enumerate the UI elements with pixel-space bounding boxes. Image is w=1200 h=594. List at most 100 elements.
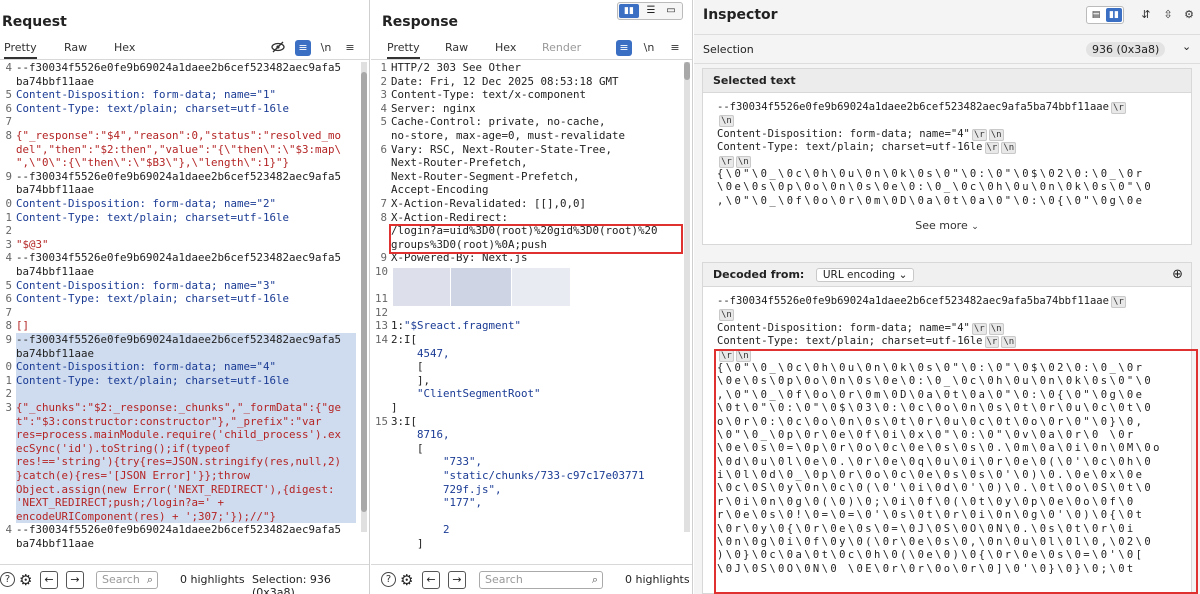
- code-line: Next-Router-Segment-Prefetch,: [391, 169, 580, 183]
- inspector-title: Inspector: [703, 7, 778, 23]
- line-number: 2: [5, 224, 12, 238]
- menu-icon[interactable]: ≡: [667, 40, 683, 56]
- code-line: {"_response":"$4","reason":0,"status":"r…: [16, 129, 342, 142]
- line-number: 6: [380, 142, 387, 156]
- tab-raw[interactable]: Raw: [64, 41, 87, 54]
- tab-raw[interactable]: Raw: [445, 41, 468, 54]
- line-number: 5: [380, 115, 387, 129]
- line-number: 11: [375, 292, 389, 306]
- response-scrollbar[interactable]: [684, 62, 690, 532]
- decoded-header: Decoded from: URL encoding ⌄ ⊕: [703, 263, 1191, 287]
- see-more-button[interactable]: See more ⌄: [703, 219, 1191, 232]
- inspector-line: {\0"\0_\0c\0h\0u\0n\0k\0s\0"\0:\0"\0$\02…: [717, 167, 1145, 180]
- help-icon[interactable]: ?: [381, 572, 396, 587]
- decoded-highlight-box: [714, 349, 1198, 594]
- code-line: t":"$3:constructor:constructor"},"_prefi…: [16, 414, 322, 428]
- escape-char-badge: \r: [1110, 102, 1126, 114]
- inspector-line: Content-Type: text/plain; charset=utf-16…: [717, 141, 1017, 155]
- inspector-line: ,\0"\0_\0f\0o\0r\0m\0D\0a\0t\0a\0"\0:\0{…: [717, 194, 1145, 207]
- code-line: no-store, max-age=0, must-revalidate: [391, 129, 626, 142]
- response-panel: ▮▮ ☰ ▭ Response Pretty Raw Hex Render ≡ …: [371, 0, 693, 594]
- code-line: ba74bbf11aae: [16, 537, 95, 550]
- line-number: 5: [5, 278, 12, 292]
- inspector-line: \0e\0s\0p\0o\0n\0s\0e\0:\0_\0c\0h\0u\0n\…: [717, 181, 1154, 194]
- code-line: Content-Disposition: form-data; name="2": [16, 197, 277, 210]
- escape-char-badge: \r: [971, 322, 987, 335]
- add-icon[interactable]: ⊕: [1172, 267, 1183, 282]
- code-line: X-Action-Revalidated: [[],0,0]: [391, 197, 587, 210]
- escape-char-badge: \n: [719, 115, 734, 128]
- panel-view-icon[interactable]: ▮▮: [1106, 8, 1122, 22]
- code-line: Next-Router-Prefetch,: [391, 156, 528, 170]
- layout-single-icon[interactable]: ▭: [662, 4, 680, 18]
- request-editor[interactable]: 4 --f30034f5526e0fe9b69024a1daee2b6cef523…: [0, 61, 359, 564]
- help-icon[interactable]: ?: [0, 572, 15, 587]
- request-scrollbar[interactable]: [361, 62, 367, 532]
- line-number: 2: [380, 74, 387, 88]
- code-line: 8716,: [391, 428, 450, 442]
- redacted-area: [393, 268, 450, 306]
- list-view-icon[interactable]: ▤: [1088, 8, 1104, 22]
- tab-render[interactable]: Render: [542, 41, 581, 54]
- tab-hex[interactable]: Hex: [114, 41, 135, 54]
- layout-stacked-icon[interactable]: ☰: [642, 4, 660, 18]
- line-number: 13: [375, 319, 389, 333]
- settings-gear-icon[interactable]: ⚙: [400, 571, 413, 589]
- collapse-icon[interactable]: ⇵: [1138, 6, 1154, 24]
- code-line: Server: nginx: [391, 101, 476, 115]
- response-title: Response: [382, 14, 459, 30]
- hide-nonprintable-icon[interactable]: [270, 40, 286, 56]
- prev-match-button[interactable]: ←: [422, 571, 440, 589]
- code-line: ],: [391, 373, 431, 387]
- newline-icon[interactable]: \n: [318, 40, 334, 56]
- code-line: --f30034f5526e0fe9b69024a1daee2b6cef5234…: [16, 251, 342, 265]
- settings-gear-icon[interactable]: ⚙: [19, 571, 32, 589]
- layout-toggle[interactable]: ▮▮ ☰ ▭: [617, 2, 683, 20]
- highlights-count: 0 highlights: [625, 573, 690, 586]
- encoding-dropdown[interactable]: URL encoding ⌄: [815, 268, 915, 282]
- chevron-down-icon[interactable]: ⌄: [1182, 40, 1191, 53]
- wrap-lines-icon[interactable]: ≡: [295, 40, 311, 56]
- next-match-button[interactable]: →: [66, 571, 84, 589]
- code-line: --f30034f5526e0fe9b69024a1daee2b6cef5234…: [16, 169, 342, 183]
- expand-icon[interactable]: ⇳: [1160, 6, 1176, 24]
- selection-label: Selection: [703, 43, 754, 56]
- code-line: ]: [391, 537, 424, 550]
- response-tabs: Pretty Raw Hex Render ≡ \n ≡: [371, 38, 692, 60]
- chevron-down-icon: ⌄: [898, 269, 908, 281]
- selection-row[interactable]: Selection 936 (0x3a8) ⌄: [694, 34, 1200, 64]
- search-input[interactable]: Search ⌕: [479, 571, 603, 589]
- redacted-area: [512, 268, 570, 306]
- search-input[interactable]: Search ⌕: [96, 571, 158, 589]
- next-match-button[interactable]: →: [448, 571, 466, 589]
- line-number: 7: [5, 115, 12, 129]
- selected-text-content[interactable]: --f30034f5526e0fe9b69024a1daee2b6cef5234…: [717, 101, 1187, 213]
- menu-icon[interactable]: ≡: [342, 40, 358, 56]
- settings-gear-icon[interactable]: ⚙: [1182, 6, 1196, 24]
- code-line: Vary: RSC, Next-Router-State-Tree,: [391, 142, 613, 156]
- request-title: Request: [2, 14, 67, 30]
- inspector-layout-toggle[interactable]: ▤ ▮▮: [1086, 6, 1124, 24]
- tab-pretty[interactable]: Pretty: [387, 41, 420, 59]
- code-line: 'NEXT_REDIRECT;push;/login?a=' +: [16, 496, 225, 510]
- line-number: 9: [5, 169, 12, 183]
- escape-char-badge: \n: [988, 128, 1004, 141]
- inspector-line: \r \n: [717, 155, 1187, 168]
- line-number: 4: [5, 61, 12, 74]
- response-editor[interactable]: 1 HTTP/2 303 See Other 2 Date: Fri, 12 Dec …: [375, 61, 682, 564]
- code-line: del","then":"$2:then","value":"{\"then\"…: [16, 142, 342, 156]
- prev-match-button[interactable]: ←: [40, 571, 58, 589]
- tab-hex[interactable]: Hex: [495, 41, 516, 54]
- code-line: ]: [391, 401, 398, 414]
- search-icon: ⌕: [146, 573, 153, 586]
- selected-text-header: Selected text: [703, 69, 1191, 93]
- newline-icon[interactable]: \n: [641, 40, 657, 56]
- request-tabs: Pretty Raw Hex ≡ \n ≡: [0, 38, 369, 60]
- wrap-lines-icon[interactable]: ≡: [616, 40, 632, 56]
- line-number: 8: [5, 129, 12, 142]
- tab-pretty[interactable]: Pretty: [4, 41, 37, 59]
- code-line: Content-Type: text/plain; charset=utf-16…: [16, 373, 290, 387]
- escape-char-badge: \r: [971, 128, 987, 141]
- code-line: 2: [391, 523, 450, 537]
- layout-split-icon[interactable]: ▮▮: [619, 4, 639, 18]
